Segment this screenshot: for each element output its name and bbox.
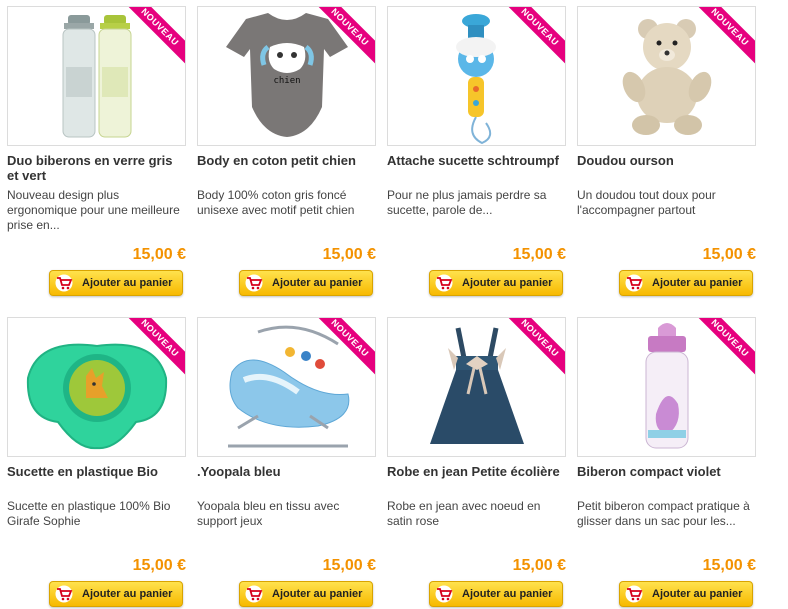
- shopping-cart-icon: [435, 274, 453, 292]
- add-to-cart-label: Ajouter au panier: [272, 277, 363, 289]
- product-title[interactable]: Body en coton petit chien: [197, 153, 377, 168]
- product-image-link[interactable]: NOUVEAU: [197, 317, 376, 457]
- add-to-cart-button[interactable]: Ajouter au panier: [429, 581, 563, 607]
- product-title[interactable]: Doudou ourson: [577, 153, 757, 168]
- shopping-cart-icon: [435, 585, 453, 603]
- product-card: NOUVEAU Robe en jean Petite écolière Rob…: [387, 317, 569, 609]
- product-card: NOUVEAU Sucette en plastique Bio Sucette…: [7, 317, 189, 609]
- product-grid: NOUVEAU Duo biberons en verre gris et ve…: [0, 0, 788, 609]
- shopping-cart-icon: [625, 585, 643, 603]
- add-to-cart-label: Ajouter au panier: [82, 277, 173, 289]
- shopping-cart-icon: [55, 585, 73, 603]
- product-image-link[interactable]: NOUVEAU: [7, 317, 186, 457]
- product-description: Yoopala bleu en tissu avec support jeux: [197, 499, 340, 528]
- add-to-cart-button[interactable]: Ajouter au panier: [239, 270, 373, 296]
- add-to-cart-button[interactable]: Ajouter au panier: [429, 270, 563, 296]
- add-to-cart-button[interactable]: Ajouter au panier: [239, 581, 373, 607]
- product-price: 15,00 €: [322, 246, 376, 263]
- product-title[interactable]: Attache sucette schtroumpf: [387, 153, 567, 168]
- product-price: 15,00 €: [702, 246, 756, 263]
- shopping-cart-icon: [245, 274, 263, 292]
- product-description: Nouveau design plus ergonomique pour une…: [7, 188, 180, 232]
- product-price: 15,00 €: [132, 246, 186, 263]
- shopping-cart-icon: [55, 274, 73, 292]
- product-title[interactable]: Robe en jean Petite écolière: [387, 464, 567, 479]
- product-price: 15,00 €: [512, 246, 566, 263]
- add-to-cart-label: Ajouter au panier: [272, 588, 363, 600]
- product-image-link[interactable]: NOUVEAU: [387, 317, 566, 457]
- product-card: NOUVEAU Doudou ourson Un doudou tout dou…: [577, 6, 759, 306]
- product-card: NOUVEAU .Yoopala bleu Yoopala bleu en ti…: [197, 317, 379, 609]
- product-price: 15,00 €: [322, 557, 376, 574]
- product-price: 15,00 €: [512, 557, 566, 574]
- bodysuit-print-text: chien: [273, 76, 300, 86]
- product-image-link[interactable]: NOUVEAU: [577, 6, 756, 146]
- add-to-cart-button[interactable]: Ajouter au panier: [49, 581, 183, 607]
- product-price: 15,00 €: [132, 557, 186, 574]
- add-to-cart-button[interactable]: Ajouter au panier: [619, 581, 753, 607]
- product-image-link[interactable]: chien NOUVEAU: [197, 6, 376, 146]
- product-title[interactable]: Duo biberons en verre gris et vert: [7, 153, 187, 183]
- shopping-cart-icon: [245, 585, 263, 603]
- product-image-link[interactable]: NOUVEAU: [7, 6, 186, 146]
- add-to-cart-label: Ajouter au panier: [82, 588, 173, 600]
- add-to-cart-label: Ajouter au panier: [462, 277, 553, 289]
- product-description: Petit biberon compact pratique à glisser…: [577, 499, 750, 528]
- product-title[interactable]: Sucette en plastique Bio: [7, 464, 187, 479]
- product-description: Pour ne plus jamais perdre sa sucette, p…: [387, 188, 547, 217]
- shopping-cart-icon: [625, 274, 643, 292]
- product-image-link[interactable]: NOUVEAU: [387, 6, 566, 146]
- add-to-cart-label: Ajouter au panier: [462, 588, 553, 600]
- product-image-link[interactable]: NOUVEAU: [577, 317, 756, 457]
- product-description: Un doudou tout doux pour l'accompagner p…: [577, 188, 716, 217]
- product-title[interactable]: Biberon compact violet: [577, 464, 757, 479]
- product-title[interactable]: .Yoopala bleu: [197, 464, 377, 479]
- product-card: NOUVEAU Duo biberons en verre gris et ve…: [7, 6, 189, 306]
- add-to-cart-button[interactable]: Ajouter au panier: [619, 270, 753, 296]
- product-card: NOUVEAU Biberon compact violet Petit bib…: [577, 317, 759, 609]
- add-to-cart-button[interactable]: Ajouter au panier: [49, 270, 183, 296]
- product-price: 15,00 €: [702, 557, 756, 574]
- product-description: Body 100% coton gris foncé unisexe avec …: [197, 188, 355, 217]
- add-to-cart-label: Ajouter au panier: [652, 588, 743, 600]
- product-card: chien NOUVEAU Body en coton petit chien …: [197, 6, 379, 306]
- product-description: Robe en jean avec noeud en satin rose: [387, 499, 541, 528]
- product-card: NOUVEAU Attache sucette schtroumpf Pour …: [387, 6, 569, 306]
- add-to-cart-label: Ajouter au panier: [652, 277, 743, 289]
- product-description: Sucette en plastique 100% Bio Girafe Sop…: [7, 499, 171, 528]
